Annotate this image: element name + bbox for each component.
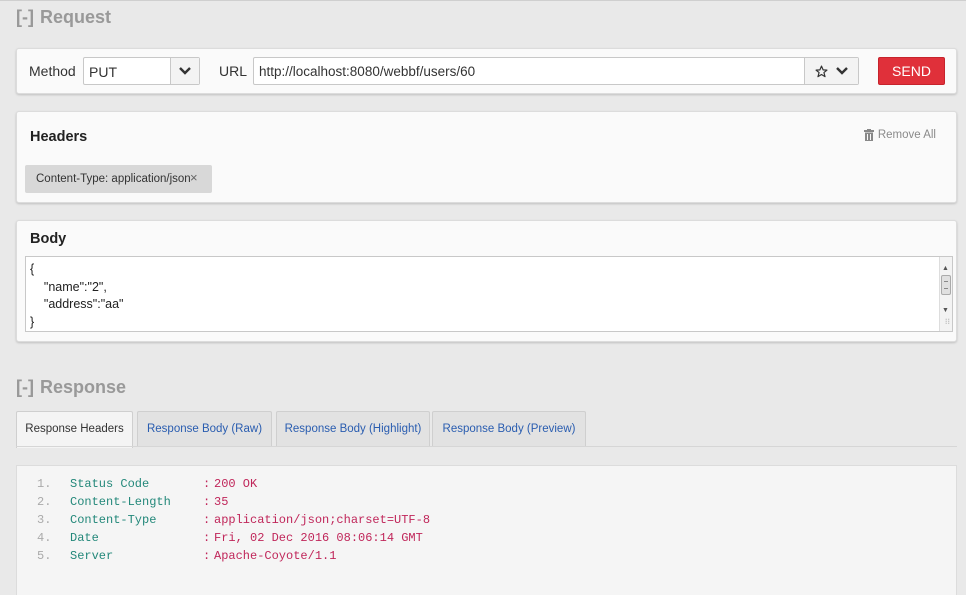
request-bar: Method PUT URL http://localhost:8080/web… — [16, 48, 957, 94]
method-value: PUT — [89, 64, 117, 80]
request-title-text: Request — [39, 7, 111, 27]
response-collapse-toggle[interactable]: [-] — [16, 377, 34, 397]
url-actions — [804, 58, 858, 84]
remove-all-button[interactable]: Remove All — [863, 129, 936, 141]
line-number: 1. — [37, 477, 52, 491]
body-line: "address":"aa" — [30, 297, 124, 311]
body-line: { — [30, 262, 35, 276]
separator: : — [203, 549, 211, 563]
method-select[interactable]: PUT — [83, 57, 200, 85]
url-input[interactable]: http://localhost:8080/webbf/users/60 — [253, 57, 859, 85]
header-key: Date — [70, 531, 99, 545]
header-value: Apache-Coyote/1.1 — [214, 549, 337, 563]
header-value: 35 — [214, 495, 229, 509]
line-number: 4. — [37, 531, 52, 545]
method-dropdown-button[interactable] — [170, 58, 199, 84]
send-button[interactable]: SEND — [878, 57, 945, 85]
url-label: URL — [219, 63, 248, 79]
method-label: Method — [29, 63, 76, 79]
header-key: Content-Length — [70, 495, 171, 509]
response-header-row: 5. Server : Apache-Coyote/1.1 — [17, 549, 956, 567]
scrollbar-thumb[interactable] — [941, 275, 951, 295]
header-value: application/json;charset=UTF-8 — [214, 513, 431, 527]
separator: : — [203, 513, 211, 527]
url-value[interactable]: http://localhost:8080/webbf/users/60 — [259, 64, 475, 79]
separator: : — [203, 477, 211, 491]
response-section-title[interactable]: [-] Response — [16, 377, 126, 398]
request-collapse-toggle[interactable]: [-] — [16, 7, 34, 27]
header-key: Content-Type — [70, 513, 157, 527]
header-tag[interactable]: Content-Type: application/json × — [25, 165, 212, 193]
headers-panel: Headers Remove All Content-Type: applica… — [16, 111, 957, 203]
header-key: Status Code — [70, 477, 150, 491]
trash-icon — [863, 129, 874, 141]
response-title-text: Response — [39, 377, 127, 397]
response-headers-panel: 1. Status Code : 200 OK 2. Content-Lengt… — [16, 465, 957, 595]
tab-response-headers[interactable]: Response Headers — [16, 411, 133, 448]
header-tag-remove-icon[interactable]: × — [190, 170, 198, 185]
request-section-title[interactable]: [-] Request — [16, 7, 111, 28]
body-line: } — [30, 314, 35, 329]
tab-response-body-raw[interactable]: Response Body (Raw) — [137, 411, 272, 447]
response-header-row: 3. Content-Type : application/json;chars… — [17, 513, 956, 531]
line-number: 3. — [37, 513, 52, 527]
separator: : — [203, 531, 211, 545]
header-tag-label: Content-Type: application/json — [36, 173, 191, 185]
header-value: 200 OK — [214, 477, 258, 491]
body-line: "name":"2", — [30, 279, 107, 294]
body-panel: Body { "name":"2", "address":"aa" } ▲ ▼ … — [16, 220, 957, 342]
headers-title: Headers — [30, 129, 88, 145]
header-key: Server — [70, 549, 114, 563]
resize-grip-icon[interactable]: ⁝⁝ — [945, 313, 950, 331]
star-icon[interactable] — [815, 64, 828, 78]
tabs-divider — [16, 446, 957, 447]
response-header-row: 1. Status Code : 200 OK — [17, 477, 956, 495]
response-header-row: 2. Content-Length : 35 — [17, 495, 956, 513]
response-header-row: 4. Date : Fri, 02 Dec 2016 08:06:14 GMT — [17, 531, 956, 549]
chevron-down-icon — [179, 67, 191, 75]
tab-response-body-preview[interactable]: Response Body (Preview) — [432, 411, 586, 447]
remove-all-label: Remove All — [877, 129, 936, 141]
line-number: 5. — [37, 549, 52, 563]
chevron-down-icon[interactable] — [836, 67, 848, 75]
body-title: Body — [30, 231, 67, 247]
header-value: Fri, 02 Dec 2016 08:06:14 GMT — [214, 531, 423, 545]
separator: : — [203, 495, 211, 509]
line-number: 2. — [37, 495, 52, 509]
tab-response-body-highlight[interactable]: Response Body (Highlight) — [276, 411, 430, 447]
body-editor[interactable]: { "name":"2", "address":"aa" } ▲ ▼ ⁝⁝ — [25, 256, 953, 332]
